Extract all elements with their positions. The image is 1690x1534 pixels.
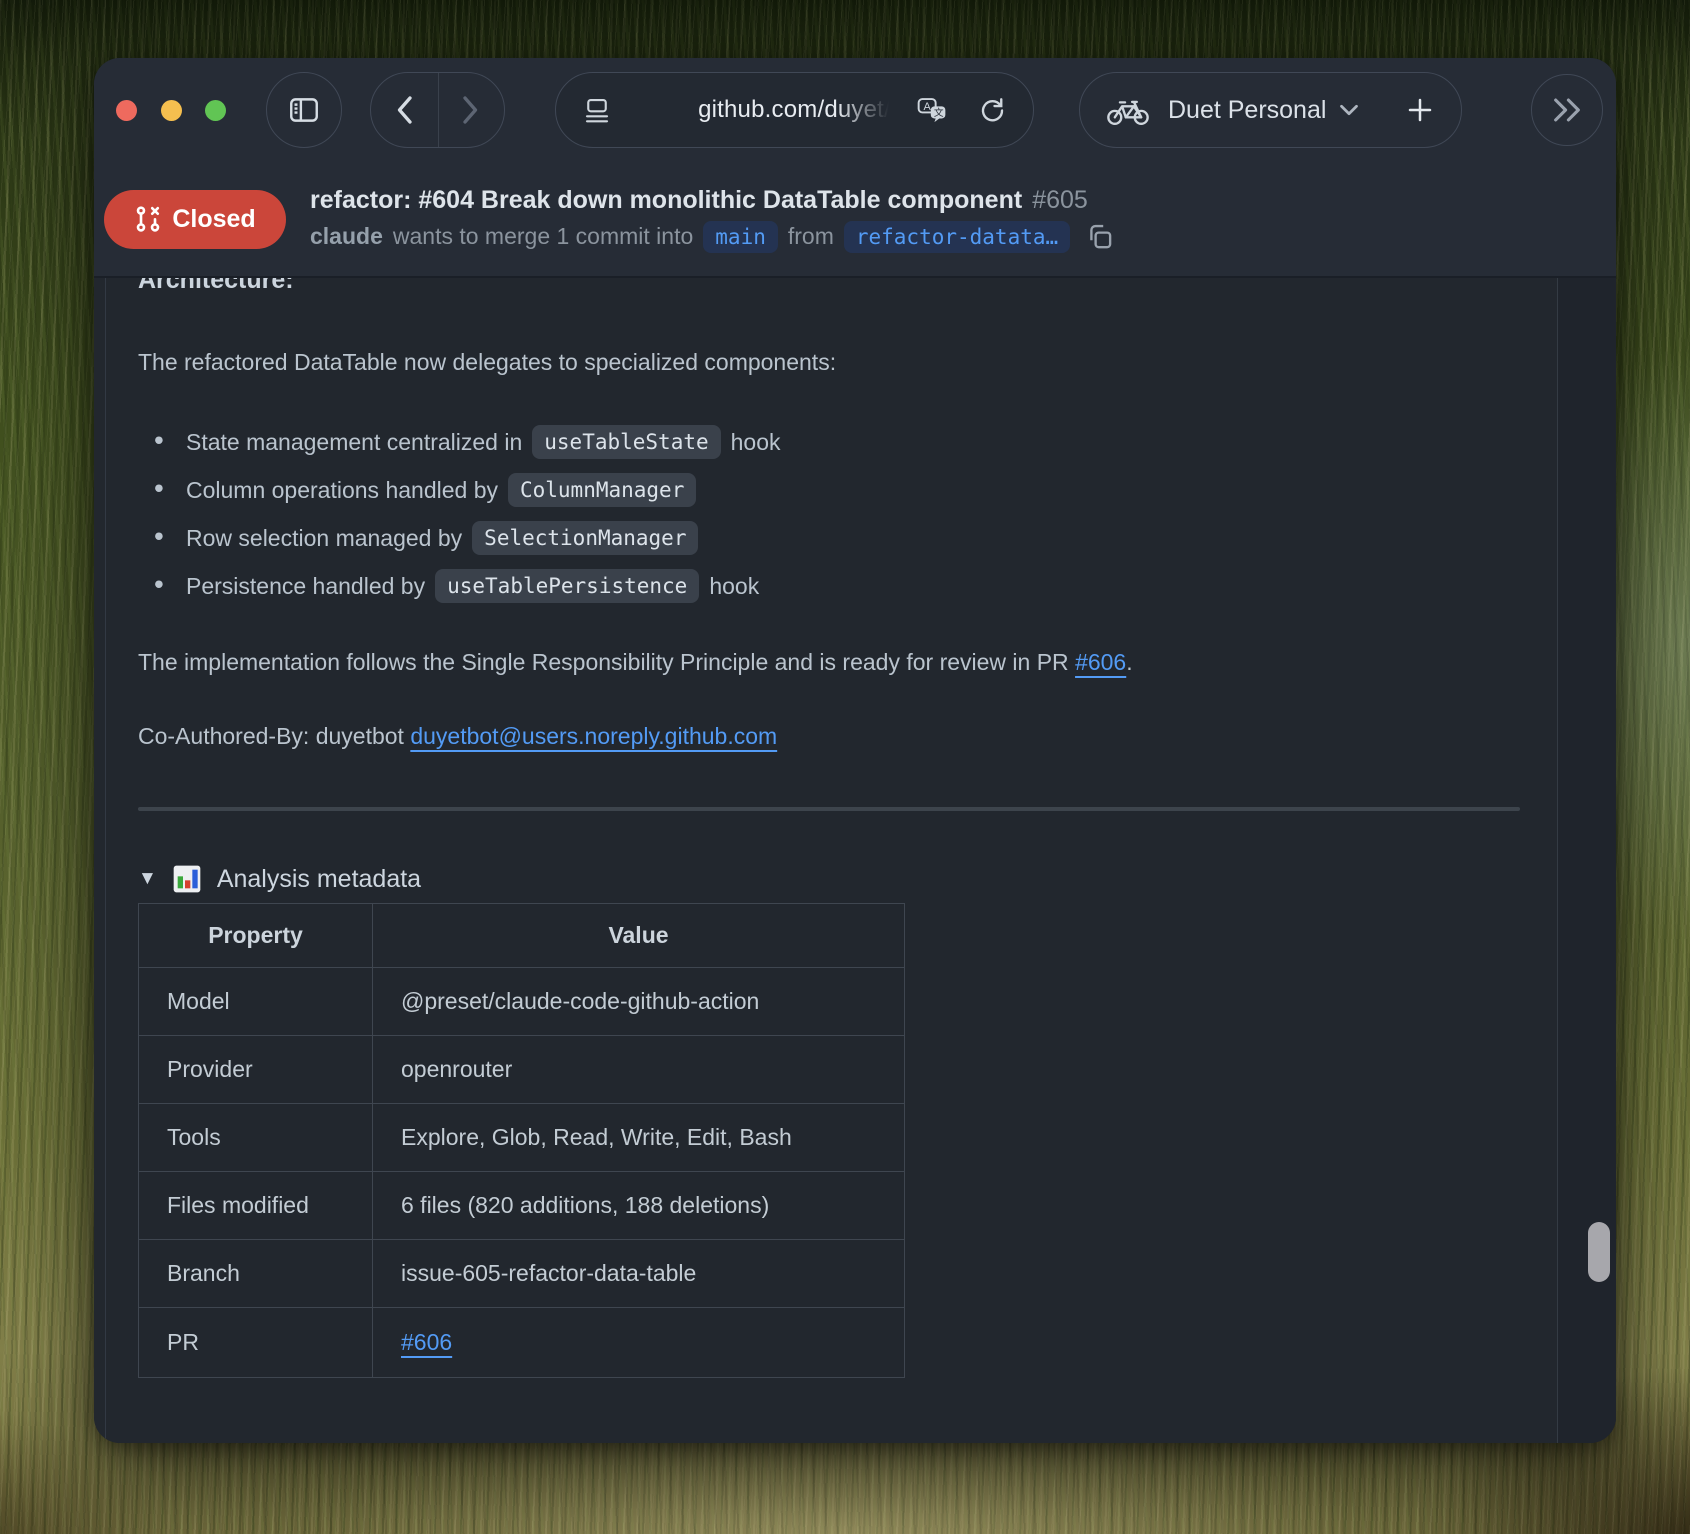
pr-status-badge: Closed [104, 190, 286, 249]
value-cell: #606 [373, 1308, 905, 1378]
coauthor-text: Co-Authored-By: duyetbot [138, 723, 404, 749]
intro-paragraph: The refactored DataTable now delegates t… [138, 345, 1520, 379]
list-item: Column operations handled by ColumnManag… [138, 466, 1520, 514]
list-item: Persistence handled by useTablePersisten… [138, 562, 1520, 610]
url-text[interactable]: github.com/duyet/ [698, 96, 891, 124]
list-item: Row selection managed by SelectionManage… [138, 514, 1520, 562]
bar-chart-icon [171, 863, 203, 895]
table-row: Branch issue-605-refactor-data-table [139, 1240, 905, 1308]
chevron-right-icon [460, 95, 482, 125]
inline-code: useTablePersistence [435, 569, 699, 603]
double-chevron-right-icon [1550, 97, 1584, 123]
inline-code: useTableState [532, 425, 720, 459]
inline-code: ColumnManager [508, 473, 696, 507]
list-item: State management centralized in useTable… [138, 418, 1520, 466]
table-row: Model @preset/claude-code-github-action [139, 968, 905, 1036]
property-cell: Model [139, 968, 373, 1036]
svg-text:A: A [924, 101, 932, 113]
pr-body-content: Architecture: The refactored DataTable n… [94, 278, 1616, 1443]
pr-number: #605 [1032, 186, 1088, 214]
tab-group-label: Duet Personal [1168, 96, 1326, 125]
table-header-row: Property Value [139, 904, 905, 968]
property-cell: PR [139, 1308, 373, 1378]
pr-606-link[interactable]: #606 [1075, 649, 1126, 675]
value-cell: 6 files (820 additions, 188 deletions) [373, 1172, 905, 1240]
pr-title: refactor: #604 Break down monolithic Dat… [310, 186, 1113, 215]
new-tab-button[interactable] [1405, 95, 1435, 125]
value-cell: issue-605-refactor-data-table [373, 1240, 905, 1308]
pr-merge-text: wants to merge 1 commit into [393, 223, 693, 250]
reload-icon[interactable] [977, 95, 1007, 125]
bullet-text: hook [709, 573, 759, 600]
translate-icon[interactable]: A 文 [915, 95, 949, 125]
component-list: State management centralized in useTable… [138, 418, 1520, 610]
disclosure-triangle-icon[interactable]: ▼ [138, 868, 157, 890]
table-row: Provider openrouter [139, 1036, 905, 1104]
table-row: PR #606 [139, 1308, 905, 1378]
inline-code: SelectionManager [472, 521, 698, 555]
analysis-metadata-table: Property Value Model @preset/claude-code… [138, 903, 905, 1378]
tab-group-picker[interactable]: Duet Personal [1079, 72, 1462, 148]
column-header-value: Value [373, 904, 905, 968]
browser-window: github.com/duyet/ A 文 [94, 58, 1616, 1443]
minimize-window-button[interactable] [161, 100, 182, 121]
implementation-text: The implementation follows the Single Re… [138, 649, 1069, 675]
base-branch-chip[interactable]: main [703, 221, 778, 253]
pull-request-closed-icon [134, 205, 162, 233]
scrollbar-thumb[interactable] [1588, 1222, 1610, 1282]
address-bar[interactable]: github.com/duyet/ A 文 [555, 72, 1034, 148]
column-header-property: Property [139, 904, 373, 968]
bullet-text: hook [731, 429, 781, 456]
coauthor-email-link[interactable]: duyetbot@users.noreply.github.com [410, 723, 777, 749]
close-window-button[interactable] [116, 100, 137, 121]
pr-head-text: refactor: #604 Break down monolithic Dat… [310, 186, 1113, 253]
bullet-text: State management centralized in [186, 429, 522, 456]
navigation-buttons [370, 72, 505, 148]
value-cell: @preset/claude-code-github-action [373, 968, 905, 1036]
coauthor-paragraph: Co-Authored-By: duyetbot duyetbot@users.… [138, 719, 1520, 753]
summary-label[interactable]: Analysis metadata [217, 865, 421, 894]
divider [138, 807, 1520, 811]
head-branch-chip[interactable]: refactor-datata… [844, 221, 1070, 253]
pr-title-text: refactor: #604 Break down monolithic Dat… [310, 186, 1022, 214]
sidebar-toggle-button[interactable] [266, 72, 342, 148]
architecture-heading: Architecture: [138, 278, 1520, 298]
back-button[interactable] [371, 73, 438, 147]
scrollbar-track[interactable] [1557, 278, 1616, 1443]
value-cell: openrouter [373, 1036, 905, 1104]
browser-toolbar: github.com/duyet/ A 文 [94, 58, 1616, 162]
markdown-body: Architecture: The refactored DataTable n… [138, 278, 1520, 1378]
pr-author: claude [310, 223, 383, 250]
property-cell: Provider [139, 1036, 373, 1104]
property-cell: Files modified [139, 1172, 373, 1240]
period: . [1126, 649, 1132, 675]
pr-sticky-header: Closed refactor: #604 Break down monolit… [94, 162, 1616, 278]
svg-text:文: 文 [934, 106, 944, 119]
property-cell: Tools [139, 1104, 373, 1172]
bicycle-icon [1106, 93, 1150, 127]
table-row: Tools Explore, Glob, Read, Write, Edit, … [139, 1104, 905, 1172]
copy-icon [1086, 223, 1113, 250]
copy-branch-button[interactable] [1086, 223, 1113, 250]
table-row: Files modified 6 files (820 additions, 1… [139, 1172, 905, 1240]
bullet-text: Column operations handled by [186, 477, 498, 504]
analysis-metadata-summary[interactable]: ▼ Analysis metadata [138, 863, 1520, 895]
bullet-text: Row selection managed by [186, 525, 462, 552]
forward-button[interactable] [438, 73, 505, 147]
pr-merge-summary: claude wants to merge 1 commit into main… [310, 221, 1113, 253]
pr-606-table-link[interactable]: #606 [401, 1329, 452, 1355]
sidebar-icon [287, 93, 321, 127]
bullet-text: Persistence handled by [186, 573, 425, 600]
property-cell: Branch [139, 1240, 373, 1308]
chevron-left-icon [393, 95, 415, 125]
value-cell: Explore, Glob, Read, Write, Edit, Bash [373, 1104, 905, 1172]
pr-status-label: Closed [172, 205, 255, 234]
page-format-icon[interactable] [582, 95, 612, 125]
toolbar-overflow-button[interactable] [1531, 74, 1603, 146]
chevron-down-icon [1340, 104, 1358, 116]
implementation-paragraph: The implementation follows the Single Re… [138, 645, 1520, 679]
zoom-window-button[interactable] [205, 100, 226, 121]
pr-from-text: from [788, 223, 834, 250]
